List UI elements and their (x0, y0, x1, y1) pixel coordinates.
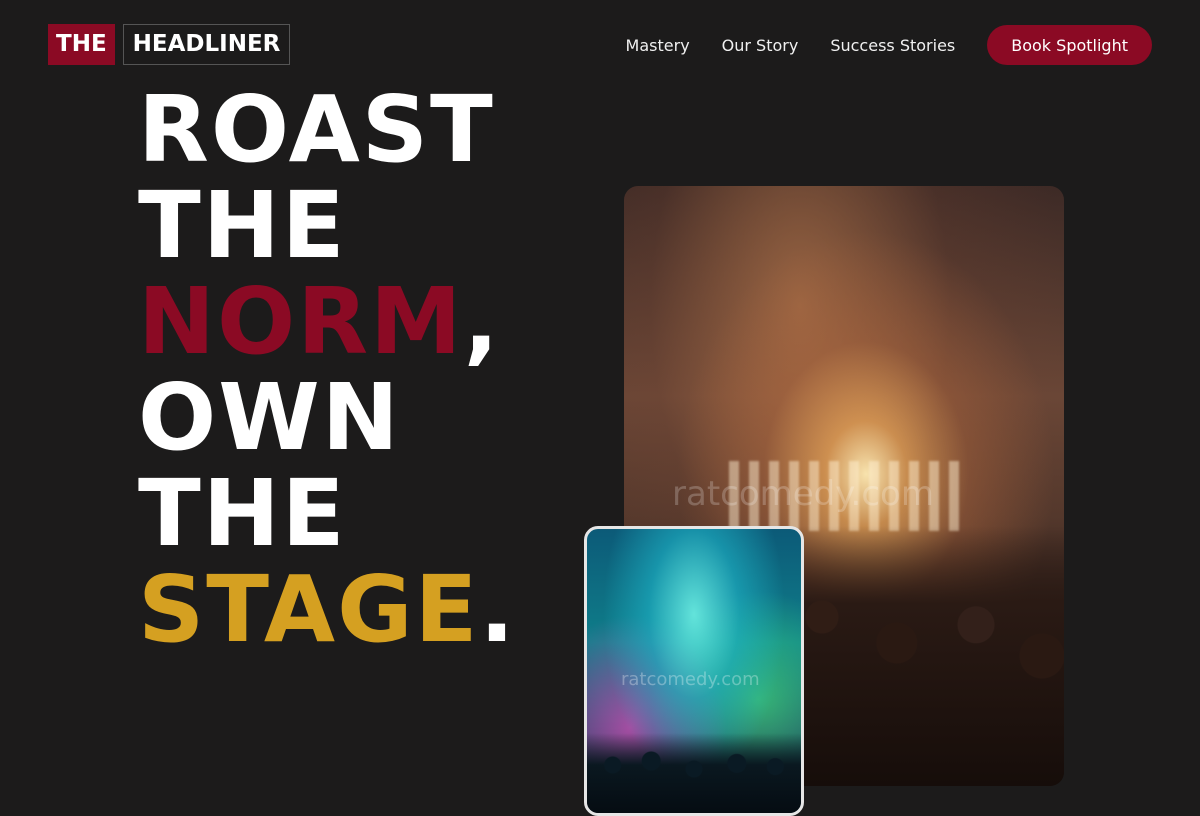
headline-line-4: OWN (138, 364, 401, 471)
watermark-main: ratcomedy.com (672, 474, 934, 514)
headline-comma: , (463, 268, 501, 375)
logo-the: THE (48, 24, 115, 65)
logo-headliner: HEADLINER (122, 24, 291, 65)
headline-line-1: ROAST (138, 76, 495, 183)
book-spotlight-button[interactable]: Book Spotlight (987, 25, 1152, 65)
nav-link-mastery[interactable]: Mastery (626, 36, 690, 55)
concert-photo-small: ratcomedy.com (584, 526, 804, 816)
headline-line-2: THE (138, 172, 347, 279)
small-crowd-silhouette (587, 733, 801, 813)
nav-link-success-stories[interactable]: Success Stories (830, 36, 955, 55)
headline-line-5: THE (138, 460, 347, 567)
headline-period: . (479, 556, 517, 663)
brand-logo[interactable]: THE HEADLINER (48, 24, 291, 65)
watermark-small: ratcomedy.com (621, 669, 760, 690)
nav-link-our-story[interactable]: Our Story (722, 36, 799, 55)
headline-highlight-stage: STAGE (138, 556, 480, 663)
hero-headline: ROAST THE NORM, OWN THE STAGE. (138, 82, 516, 658)
headline-highlight-norm: NORM (138, 268, 464, 375)
main-nav: Mastery Our Story Success Stories Book S… (626, 25, 1152, 65)
